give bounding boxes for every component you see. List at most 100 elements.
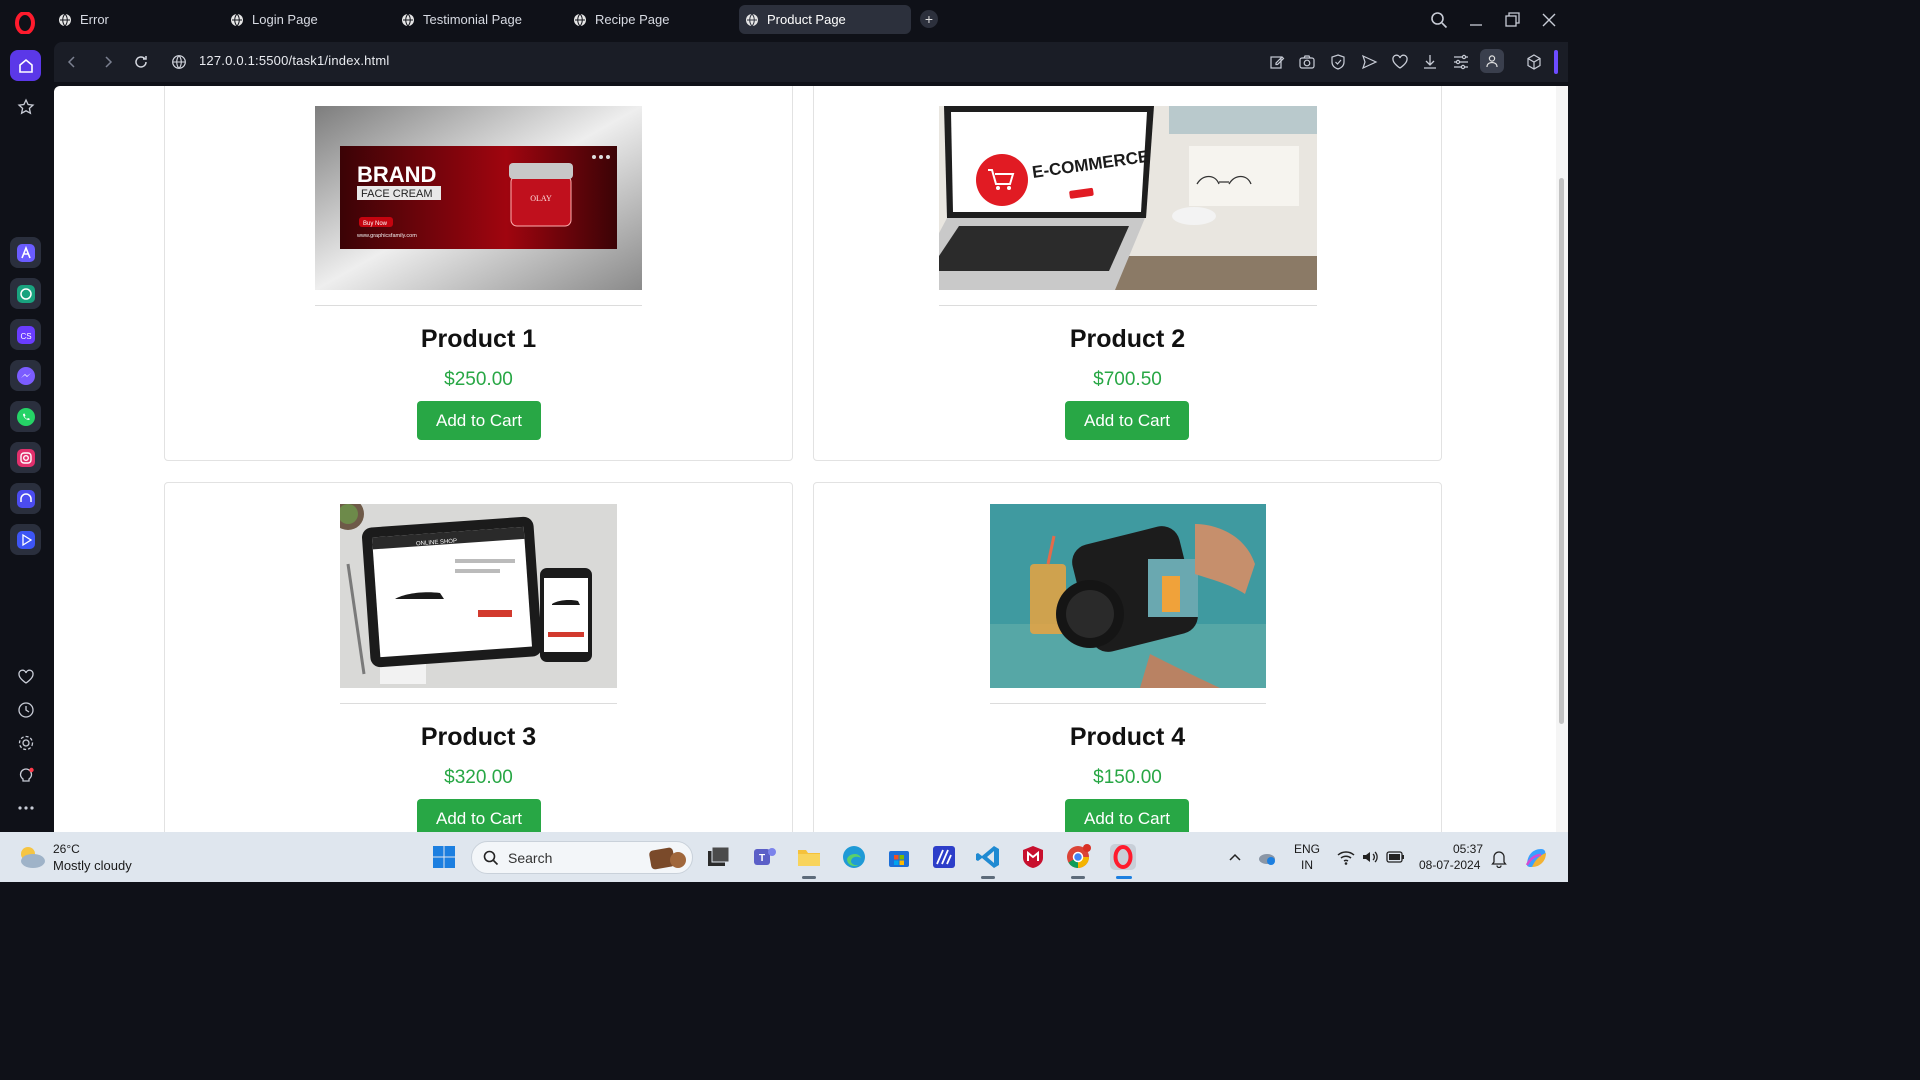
online-shop-tablet-image: ONLINE SHOP bbox=[340, 504, 617, 688]
easy-setup-icon[interactable] bbox=[1452, 53, 1470, 71]
tab-label: Recipe Page bbox=[595, 12, 670, 27]
favorites-button[interactable] bbox=[10, 661, 41, 692]
camera-icon[interactable] bbox=[1298, 53, 1316, 71]
forward-icon[interactable] bbox=[100, 54, 116, 70]
tab-bar: Error Login Page Testimonial Page Recipe… bbox=[0, 0, 1568, 40]
tab-testimonial-page[interactable]: Testimonial Page bbox=[395, 5, 555, 34]
opera-taskbar-button[interactable] bbox=[1110, 844, 1136, 870]
new-tab-button[interactable]: + bbox=[920, 10, 938, 28]
search-tabs-icon[interactable] bbox=[1429, 10, 1449, 30]
heart-icon bbox=[17, 669, 34, 684]
microsoft-store-button[interactable] bbox=[886, 844, 912, 870]
whatsapp-button[interactable] bbox=[10, 401, 41, 432]
mcafee-shield-icon bbox=[1023, 846, 1043, 868]
onedrive-cloud-icon[interactable] bbox=[1257, 847, 1277, 867]
clock-date[interactable]: 08-07-2024 bbox=[1419, 858, 1480, 872]
folder-icon bbox=[798, 850, 820, 866]
product-price: $320.00 bbox=[444, 767, 513, 788]
instagram-button[interactable] bbox=[10, 442, 41, 473]
edge-button[interactable] bbox=[841, 844, 867, 870]
notification-bell-icon[interactable] bbox=[1490, 848, 1508, 868]
volume-icon[interactable] bbox=[1360, 848, 1380, 866]
file-explorer-button[interactable] bbox=[796, 844, 822, 870]
banner-brand-text: BRAND bbox=[357, 162, 436, 187]
chrome-button[interactable] bbox=[1065, 844, 1091, 870]
banner-url-text: www.graphicsfamily.com bbox=[356, 233, 417, 239]
settings-button[interactable] bbox=[10, 727, 41, 758]
wifi-icon[interactable] bbox=[1336, 848, 1356, 866]
tips-button[interactable] bbox=[10, 760, 41, 791]
windows-start-icon[interactable] bbox=[432, 845, 456, 869]
sidebar-toggle-strip[interactable] bbox=[1554, 50, 1558, 74]
clock-time[interactable]: 05:37 bbox=[1453, 842, 1483, 856]
chevron-up-icon[interactable] bbox=[1227, 850, 1243, 864]
add-to-cart-button[interactable]: Add to Cart bbox=[417, 401, 541, 440]
pen-app-button[interactable] bbox=[931, 844, 957, 870]
tab-login-page[interactable]: Login Page bbox=[224, 5, 384, 34]
product-card: BRAND FACE CREAM Buy Now www.graphicsfam… bbox=[164, 86, 793, 461]
product-image: E-COMMERCE bbox=[939, 106, 1317, 290]
reload-icon[interactable] bbox=[133, 54, 149, 70]
globe-icon bbox=[402, 13, 414, 26]
home-button[interactable] bbox=[10, 50, 41, 81]
more-button[interactable] bbox=[10, 792, 41, 823]
star-icon bbox=[17, 97, 34, 114]
lightbulb-icon bbox=[19, 767, 34, 782]
taskbar-search-box[interactable]: Search bbox=[471, 841, 693, 874]
banner-sub-text: FACE CREAM bbox=[361, 188, 433, 200]
back-icon[interactable] bbox=[64, 54, 80, 70]
extensions-cube-icon[interactable] bbox=[1525, 53, 1543, 71]
player-button[interactable] bbox=[10, 524, 41, 555]
profile-button[interactable] bbox=[1480, 49, 1504, 73]
music-player-button[interactable] bbox=[10, 483, 41, 514]
copilot-icon[interactable] bbox=[1523, 845, 1549, 871]
site-info-globe-icon[interactable] bbox=[171, 54, 187, 70]
chatsonic-button[interactable]: CS bbox=[10, 319, 41, 350]
add-to-cart-button[interactable]: Add to Cart bbox=[1065, 401, 1189, 440]
banner-jar-text: OLAY bbox=[530, 194, 552, 203]
camera-hands-image bbox=[990, 504, 1266, 688]
close-icon[interactable] bbox=[1539, 10, 1559, 30]
opera-logo-icon[interactable] bbox=[14, 12, 36, 34]
tab-product-page[interactable]: Product Page bbox=[739, 5, 911, 34]
teams-icon: T bbox=[754, 848, 776, 865]
add-to-cart-button[interactable]: Add to Cart bbox=[417, 799, 541, 832]
url-field[interactable]: 127.0.0.1:5500/task1/index.html bbox=[199, 53, 390, 68]
scrollbar-thumb[interactable] bbox=[1559, 178, 1564, 724]
shield-icon[interactable] bbox=[1329, 53, 1347, 71]
edge-icon bbox=[843, 846, 865, 868]
instagram-icon bbox=[16, 448, 35, 467]
chatgpt-button[interactable] bbox=[10, 278, 41, 309]
svg-text:CS: CS bbox=[20, 332, 31, 341]
globe-icon bbox=[231, 13, 243, 26]
messenger-button[interactable] bbox=[10, 360, 41, 391]
page-scrollbar[interactable] bbox=[1556, 86, 1568, 832]
task-view-button[interactable] bbox=[705, 844, 731, 870]
tab-label: Error bbox=[80, 12, 109, 27]
language-bottom[interactable]: IN bbox=[1301, 858, 1313, 872]
tab-recipe-page[interactable]: Recipe Page bbox=[567, 5, 727, 34]
card-divider bbox=[939, 305, 1317, 306]
teams-button[interactable]: T bbox=[752, 844, 778, 870]
aria-button[interactable] bbox=[10, 237, 41, 268]
heart-outline-icon[interactable] bbox=[1391, 53, 1409, 71]
history-button[interactable] bbox=[10, 694, 41, 725]
edit-icon[interactable] bbox=[1268, 53, 1286, 71]
page-viewport: BRAND FACE CREAM Buy Now www.graphicsfam… bbox=[54, 86, 1568, 832]
download-icon[interactable] bbox=[1421, 53, 1439, 71]
mcafee-button[interactable] bbox=[1020, 844, 1046, 870]
speed-dial-button[interactable] bbox=[10, 91, 41, 122]
weather-cloud-icon[interactable] bbox=[16, 844, 46, 870]
card-divider bbox=[340, 703, 617, 704]
battery-icon[interactable] bbox=[1385, 849, 1405, 865]
face-cream-banner-image: BRAND FACE CREAM Buy Now www.graphicsfam… bbox=[315, 106, 642, 290]
headphones-icon bbox=[16, 489, 35, 508]
add-to-cart-button[interactable]: Add to Cart bbox=[1065, 799, 1189, 832]
restore-icon[interactable] bbox=[1502, 10, 1522, 30]
chatsonic-icon: CS bbox=[16, 325, 35, 344]
minimize-icon[interactable] bbox=[1466, 10, 1486, 30]
send-icon[interactable] bbox=[1360, 53, 1378, 71]
language-top[interactable]: ENG bbox=[1294, 842, 1320, 856]
vscode-button[interactable] bbox=[975, 844, 1001, 870]
tab-error[interactable]: Error bbox=[52, 5, 212, 34]
